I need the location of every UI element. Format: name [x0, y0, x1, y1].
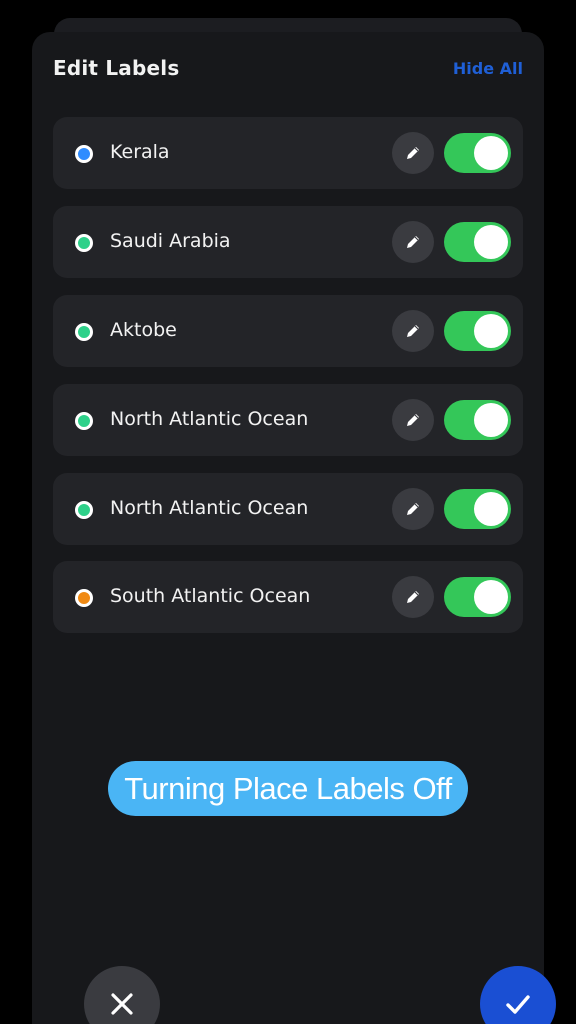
pencil-icon: [407, 414, 419, 426]
pencil-icon: [407, 325, 419, 337]
label-row: Saudi Arabia: [53, 206, 523, 278]
label-visibility-toggle[interactable]: [444, 222, 511, 262]
pencil-icon: [407, 236, 419, 248]
label-color-dot: [75, 323, 93, 341]
sheet-title: Edit Labels: [53, 56, 180, 80]
toggle-knob: [474, 225, 508, 259]
label-color-dot: [75, 501, 93, 519]
toggle-knob: [474, 492, 508, 526]
label-row: North Atlantic Ocean: [53, 384, 523, 456]
checkmark-icon: [506, 995, 530, 1014]
close-icon: [111, 993, 133, 1015]
edit-label-button[interactable]: [392, 221, 434, 263]
edit-label-button[interactable]: [392, 399, 434, 441]
toggle-knob: [474, 580, 508, 614]
edit-label-button[interactable]: [392, 488, 434, 530]
label-row: Kerala: [53, 117, 523, 189]
pencil-icon: [407, 147, 419, 159]
pencil-icon: [407, 591, 419, 603]
label-visibility-toggle[interactable]: [444, 311, 511, 351]
edit-label-button[interactable]: [392, 132, 434, 174]
label-color-dot: [75, 412, 93, 430]
label-name: Kerala: [110, 141, 170, 163]
label-visibility-toggle[interactable]: [444, 133, 511, 173]
label-name: Saudi Arabia: [110, 230, 231, 252]
label-color-dot: [75, 234, 93, 252]
edit-label-button[interactable]: [392, 576, 434, 618]
cancel-button[interactable]: [84, 966, 160, 1024]
label-visibility-toggle[interactable]: [444, 577, 511, 617]
label-row: South Atlantic Ocean: [53, 561, 523, 633]
screen: Edit Labels Hide All Kerala Saudi Arabia A…: [0, 0, 576, 1024]
label-color-dot: [75, 589, 93, 607]
edit-labels-sheet: Edit Labels Hide All Kerala Saudi Arabia A…: [32, 32, 556, 1024]
hide-all-button[interactable]: Hide All: [453, 59, 523, 78]
label-name: Aktobe: [110, 319, 177, 341]
edit-label-button[interactable]: [392, 310, 434, 352]
label-name: North Atlantic Ocean: [110, 408, 309, 430]
label-row: Aktobe: [53, 295, 523, 367]
label-row: North Atlantic Ocean: [53, 473, 523, 545]
label-visibility-toggle[interactable]: [444, 489, 511, 529]
label-name: North Atlantic Ocean: [110, 497, 309, 519]
toggle-knob: [474, 403, 508, 437]
toggle-knob: [474, 314, 508, 348]
toggle-knob: [474, 136, 508, 170]
label-name: South Atlantic Ocean: [110, 585, 311, 607]
label-visibility-toggle[interactable]: [444, 400, 511, 440]
confirm-button[interactable]: [480, 966, 556, 1024]
label-color-dot: [75, 145, 93, 163]
pencil-icon: [407, 503, 419, 515]
caption-banner: Turning Place Labels Off: [108, 761, 468, 816]
